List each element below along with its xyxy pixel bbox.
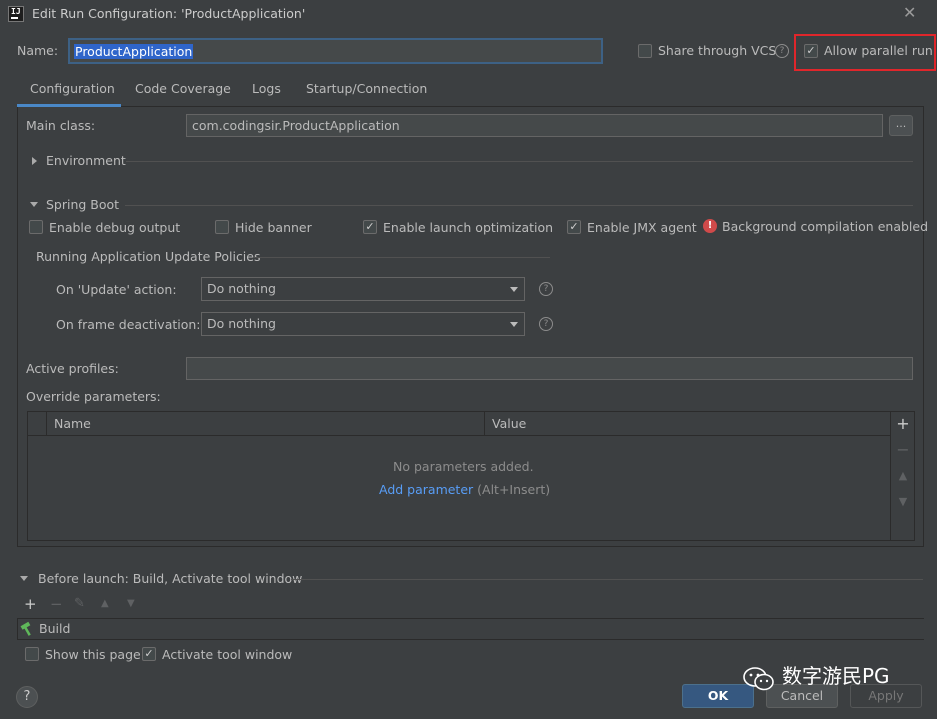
chevron-down-icon bbox=[510, 287, 518, 292]
active-profiles-label: Active profiles: bbox=[26, 361, 119, 376]
help-button[interactable]: ? bbox=[16, 686, 38, 708]
add-parameter-link[interactable]: Add parameter bbox=[379, 482, 473, 497]
main-class-input[interactable]: com.codingsir.ProductApplication bbox=[186, 114, 883, 137]
allow-parallel-checkbox[interactable]: ✓ bbox=[804, 44, 818, 58]
table-header: Name Value bbox=[28, 412, 890, 436]
error-icon: ! bbox=[703, 219, 717, 233]
browse-button[interactable]: ... bbox=[889, 115, 913, 136]
main-class-value: com.codingsir.ProductApplication bbox=[192, 118, 400, 133]
debug-output-label: Enable debug output bbox=[49, 220, 181, 235]
move-task-up-icon[interactable]: ▲ bbox=[101, 596, 109, 612]
watermark-text: 数字游民PG bbox=[782, 664, 890, 688]
spring-boot-toggle[interactable]: Spring Boot bbox=[46, 197, 119, 213]
name-input-value: ProductApplication bbox=[74, 44, 194, 59]
add-parameter-shortcut: (Alt+Insert) bbox=[477, 482, 551, 497]
hide-banner-label: Hide banner bbox=[235, 220, 312, 235]
share-vcs-checkbox[interactable] bbox=[638, 44, 652, 58]
environment-toggle[interactable]: Environment bbox=[46, 153, 126, 169]
tab-logs[interactable]: Logs bbox=[252, 81, 281, 97]
column-name[interactable]: Name bbox=[54, 416, 91, 432]
before-launch-task-list bbox=[17, 618, 924, 640]
build-hammer-icon bbox=[19, 621, 35, 637]
update-action-select[interactable]: Do nothing bbox=[201, 277, 525, 301]
jmx-agent-checkbox[interactable]: ✓ bbox=[567, 220, 581, 234]
policies-separator bbox=[254, 257, 550, 258]
show-page-checkbox[interactable] bbox=[25, 647, 39, 661]
window-title: Edit Run Configuration: 'ProductApplicat… bbox=[32, 6, 306, 21]
name-input[interactable]: ProductApplication bbox=[68, 38, 603, 64]
before-launch-separator bbox=[291, 579, 923, 580]
debug-output-checkbox[interactable] bbox=[29, 220, 43, 234]
remove-task-icon[interactable]: − bbox=[50, 596, 63, 612]
empty-table-text: No parameters added. bbox=[393, 459, 534, 474]
name-label: Name: bbox=[17, 43, 59, 58]
collapse-arrow-icon[interactable] bbox=[30, 202, 38, 207]
allow-parallel-label: Allow parallel run bbox=[824, 43, 933, 58]
launch-optimization-checkbox[interactable]: ✓ bbox=[363, 220, 377, 234]
parameters-table: Name Value No parameters added. Add para… bbox=[27, 411, 891, 541]
remove-icon[interactable]: − bbox=[896, 442, 910, 458]
tab-startup-connection[interactable]: Startup/Connection bbox=[306, 81, 427, 97]
share-help-icon[interactable]: ? bbox=[775, 44, 789, 58]
before-launch-arrow-icon[interactable] bbox=[20, 576, 28, 581]
add-icon[interactable]: + bbox=[896, 416, 910, 432]
activate-tool-window-checkbox[interactable]: ✓ bbox=[142, 647, 156, 661]
override-params-label: Override parameters: bbox=[26, 389, 161, 404]
wechat-logo-icon bbox=[742, 666, 776, 692]
show-page-label: Show this page bbox=[45, 647, 141, 662]
column-value[interactable]: Value bbox=[492, 416, 526, 432]
before-launch-toggle[interactable]: Before launch: Build, Activate tool wind… bbox=[38, 571, 302, 587]
table-toolbar: + − ▲ ▼ bbox=[891, 411, 915, 541]
hide-banner-checkbox[interactable] bbox=[215, 220, 229, 234]
frame-deactivation-select[interactable]: Do nothing bbox=[201, 312, 525, 336]
task-build[interactable]: Build bbox=[39, 621, 70, 637]
move-down-icon[interactable]: ▼ bbox=[896, 494, 910, 510]
active-profiles-input[interactable] bbox=[186, 357, 913, 380]
close-icon[interactable]: ✕ bbox=[903, 5, 916, 21]
move-up-icon[interactable]: ▲ bbox=[896, 468, 910, 484]
bg-compilation-label: Background compilation enabled bbox=[722, 219, 929, 234]
main-class-label: Main class: bbox=[26, 118, 96, 133]
tab-configuration[interactable]: Configuration bbox=[30, 81, 115, 97]
chevron-down-icon bbox=[510, 322, 518, 327]
frame-help-icon[interactable]: ? bbox=[539, 317, 553, 331]
policies-heading: Running Application Update Policies bbox=[36, 249, 261, 264]
expand-arrow-icon[interactable] bbox=[32, 157, 37, 165]
update-action-value: Do nothing bbox=[207, 281, 276, 296]
environment-separator bbox=[126, 161, 913, 162]
share-vcs-label: Share through VCS bbox=[658, 43, 777, 58]
move-task-down-icon[interactable]: ▼ bbox=[127, 596, 135, 612]
add-task-icon[interactable]: + bbox=[24, 596, 37, 612]
spring-boot-separator bbox=[125, 205, 913, 206]
tab-code-coverage[interactable]: Code Coverage bbox=[135, 81, 231, 97]
frame-deactivation-value: Do nothing bbox=[207, 316, 276, 331]
update-action-label: On 'Update' action: bbox=[56, 282, 177, 297]
update-help-icon[interactable]: ? bbox=[539, 282, 553, 296]
frame-deactivation-label: On frame deactivation: bbox=[56, 317, 201, 332]
activate-tool-window-label: Activate tool window bbox=[162, 647, 293, 662]
edit-task-icon[interactable]: ✎ bbox=[74, 596, 85, 612]
intellij-app-icon: IJ bbox=[8, 6, 24, 22]
jmx-agent-label: Enable JMX agent bbox=[587, 220, 697, 235]
launch-optimization-label: Enable launch optimization bbox=[383, 220, 554, 235]
